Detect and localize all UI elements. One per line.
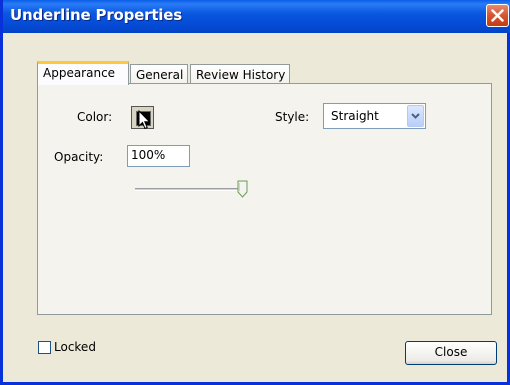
opacity-slider-track[interactable] (135, 188, 244, 191)
window-title: Underline Properties (10, 6, 182, 24)
tab-general-label: General (136, 68, 184, 82)
style-dropdown-button[interactable] (407, 105, 424, 127)
tab-review-history-label: Review History (196, 68, 286, 82)
close-button[interactable]: Close (405, 341, 497, 365)
title-bar[interactable]: Underline Properties (3, 0, 510, 33)
opacity-label: Opacity: (54, 150, 104, 164)
locked-checkbox[interactable] (38, 341, 51, 354)
tab-appearance[interactable]: Appearance (37, 61, 129, 85)
mouse-pointer-icon (138, 110, 151, 130)
close-icon (491, 9, 504, 22)
style-label: Style: (275, 110, 310, 124)
tab-general[interactable]: General (130, 64, 188, 84)
color-label: Color: (77, 110, 113, 124)
style-select[interactable]: Straight (323, 103, 426, 129)
appearance-panel: Color: Style: Straight Opacity: 100% (37, 83, 492, 315)
tab-appearance-label: Appearance (43, 66, 116, 80)
locked-label: Locked (54, 340, 96, 354)
opacity-slider-thumb[interactable] (237, 180, 248, 198)
chevron-down-icon (411, 113, 420, 119)
style-select-value: Straight (331, 109, 379, 123)
opacity-input[interactable]: 100% (127, 145, 190, 167)
underline-properties-dialog: Underline Properties Appearance General … (0, 0, 510, 385)
window-close-button[interactable] (486, 4, 509, 27)
tab-review-history[interactable]: Review History (190, 64, 290, 84)
